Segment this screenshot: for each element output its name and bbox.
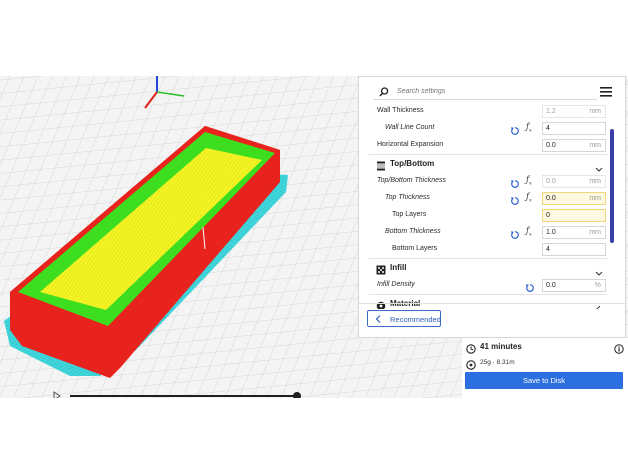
setting-infill-density: Infill Density 0.0 % [359, 277, 611, 294]
field-value: 4 [546, 125, 550, 132]
category-infill[interactable]: Infill [359, 259, 611, 277]
field-unit: % [594, 282, 601, 289]
reset-icon[interactable] [525, 280, 535, 292]
function-icon[interactable]: ƒx [526, 226, 532, 238]
setting-label: Wall Line Count [385, 124, 435, 131]
menu-icon[interactable] [600, 84, 612, 102]
setting-top-bottom-thickness: Top/Bottom Thickness ƒx 0.0 mm [359, 173, 611, 190]
field-value: 0.0 [546, 142, 556, 149]
search-bar[interactable] [373, 83, 597, 100]
field-value: 4 [546, 246, 550, 253]
bottom-layers-field[interactable]: 4 [542, 243, 606, 256]
print-settings-panel: Wall Thickness 1.2 mm Wall Line Count ƒx… [358, 76, 626, 338]
setting-bottom-thickness: Bottom Thickness ƒx 1.0 mm [359, 224, 611, 241]
chevron-left-icon [595, 300, 603, 309]
horizontal-expansion-field[interactable]: 0.0 mm [542, 139, 606, 152]
field-value: 1.0 [546, 229, 556, 236]
setting-bottom-layers: Bottom Layers 4 [359, 241, 611, 258]
wall-line-count-field[interactable]: 4 [542, 122, 606, 135]
setting-label: Horizontal Expansion [377, 141, 444, 148]
top-thickness-field[interactable]: 0.0 mm [542, 192, 606, 205]
reset-icon[interactable] [510, 227, 520, 239]
infill-density-field[interactable]: 0.0 % [542, 279, 606, 292]
field-unit: mm [589, 195, 601, 202]
setting-label: Infill Density [377, 281, 415, 288]
info-icon[interactable] [614, 341, 624, 359]
reset-icon[interactable] [510, 123, 520, 135]
recommended-label: Recommended [390, 315, 441, 324]
setting-wall-thickness: Wall Thickness 1.2 mm [359, 103, 611, 120]
save-to-disk-label: Save to Disk [522, 376, 566, 385]
field-value: 0.0 [546, 195, 556, 202]
setting-label: Top/Bottom Thickness [377, 177, 446, 184]
material-usage: 25g · 8.31m [480, 359, 515, 366]
chevron-left-icon [375, 315, 381, 325]
setting-wall-line-count: Wall Line Count ƒx 4 [359, 120, 611, 137]
field-value: 1.2 [546, 108, 556, 115]
function-icon[interactable]: ƒx [526, 192, 532, 204]
category-label: Infill [390, 263, 407, 272]
setting-label: Bottom Layers [392, 245, 438, 252]
bottom-thickness-field[interactable]: 1.0 mm [542, 226, 606, 239]
divider [359, 303, 625, 304]
category-top-bottom[interactable]: Top/Bottom [359, 155, 611, 173]
setting-horizontal-expansion: Horizontal Expansion 0.0 mm [359, 137, 611, 154]
field-value: 0.0 [546, 282, 556, 289]
field-unit: mm [589, 108, 601, 115]
top-layers-field[interactable]: 0 [542, 209, 606, 222]
setting-top-layers: Top Layers 0 [359, 207, 611, 224]
setting-label: Top Layers [392, 211, 427, 218]
setting-label: Wall Thickness [377, 107, 424, 114]
field-value: 0 [546, 212, 550, 219]
reset-icon[interactable] [510, 176, 520, 188]
wall-thickness-field[interactable]: 1.2 mm [542, 105, 606, 118]
print-time: 41 minutes [480, 342, 522, 351]
category-material[interactable]: Material [359, 295, 611, 309]
setting-label: Top Thickness [385, 194, 430, 201]
field-value: 0.0 [546, 178, 556, 185]
function-icon[interactable]: ƒx [526, 175, 532, 187]
top-bottom-thickness-field[interactable]: 0.0 mm [542, 175, 606, 188]
field-unit: mm [589, 178, 601, 185]
field-unit: mm [589, 142, 601, 149]
search-icon [379, 84, 389, 102]
settings-list[interactable]: Wall Thickness 1.2 mm Wall Line Count ƒx… [359, 103, 611, 309]
reset-icon[interactable] [510, 193, 520, 205]
setting-top-thickness: Top Thickness ƒx 0.0 mm [359, 190, 611, 207]
recommended-button[interactable]: Recommended [367, 310, 441, 327]
field-unit: mm [589, 229, 601, 236]
save-to-disk-button[interactable]: Save to Disk [465, 372, 623, 389]
category-label: Top/Bottom [390, 159, 435, 168]
setting-label: Bottom Thickness [385, 228, 441, 235]
print-summary-panel: 41 minutes 25g · 8.31m [462, 338, 628, 398]
search-input[interactable] [397, 84, 587, 98]
function-icon[interactable]: ƒx [526, 122, 532, 134]
settings-scrollbar[interactable] [610, 129, 614, 243]
